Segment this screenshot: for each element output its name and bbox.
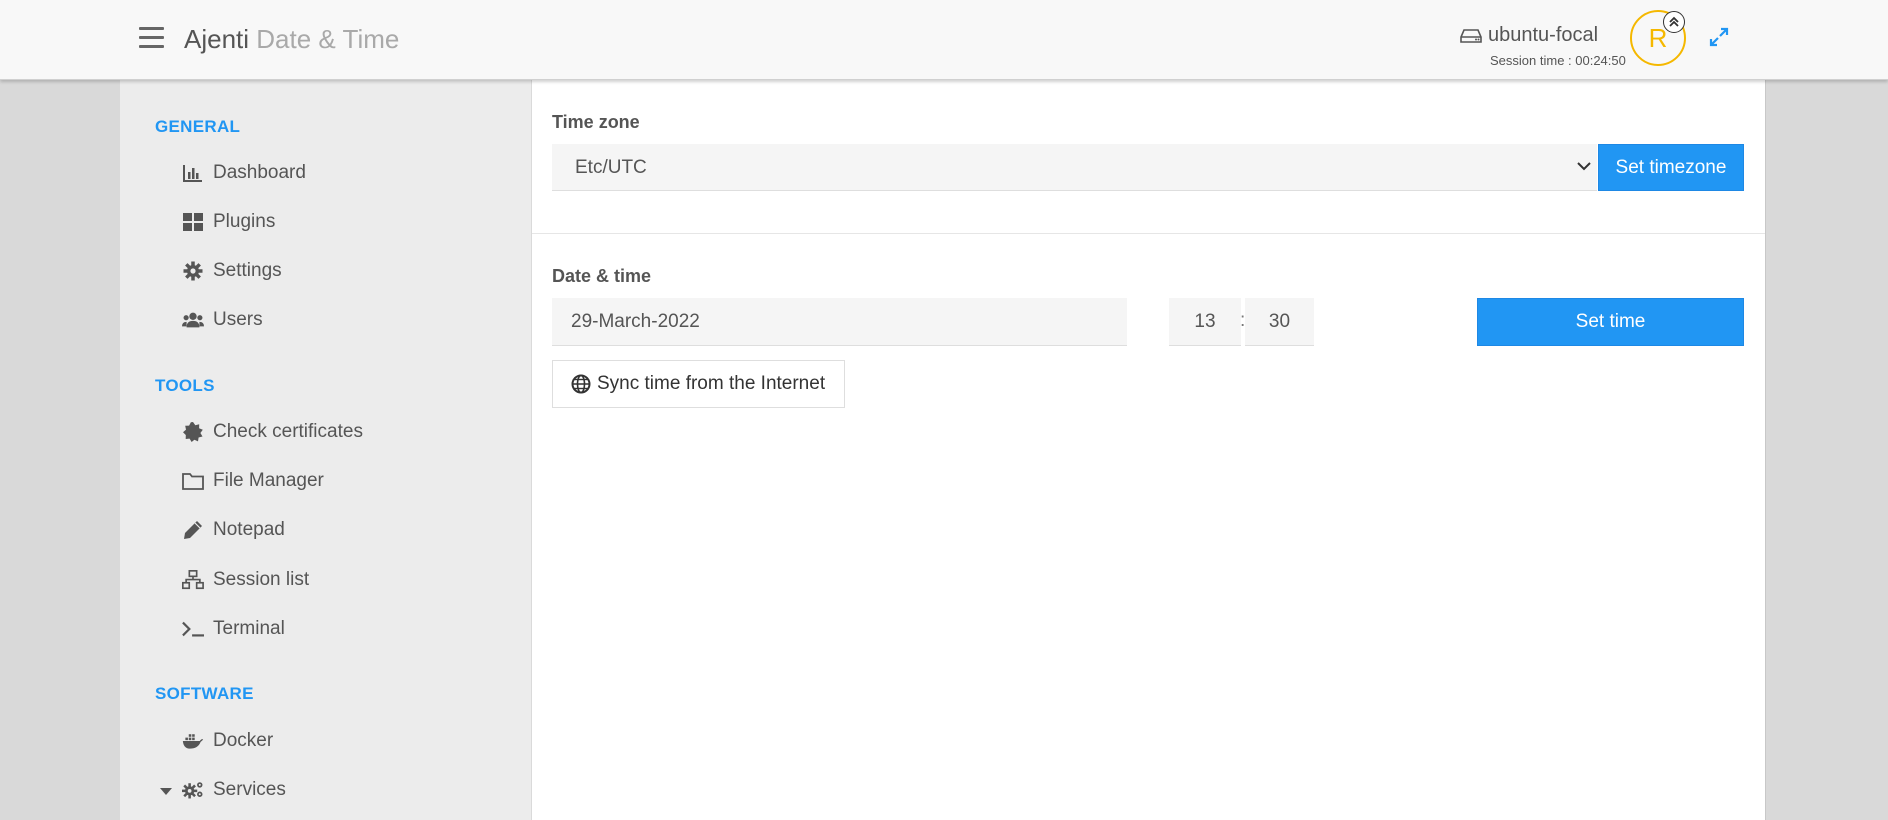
chevron-down-icon <box>1577 162 1591 171</box>
sidebar-item-label: Check certificates <box>213 421 363 442</box>
grid-icon <box>182 211 204 233</box>
sidebar-item-check-certificates[interactable]: Check certificates <box>182 415 363 449</box>
section-divider <box>532 233 1765 234</box>
timezone-select[interactable]: Etc/UTC <box>552 144 1597 191</box>
set-time-button[interactable]: Set time <box>1477 298 1744 346</box>
fullscreen-icon[interactable] <box>1708 26 1730 48</box>
set-timezone-button[interactable]: Set timezone <box>1598 144 1744 191</box>
globe-icon <box>571 374 591 394</box>
date-input[interactable]: 29-March-2022 <box>552 298 1127 346</box>
sidebar-item-docker[interactable]: Docker <box>182 724 273 758</box>
sidebar-item-label: Session list <box>213 569 310 590</box>
sidebar-item-notepad[interactable]: Notepad <box>182 513 285 547</box>
sidebar-item-label: Services <box>213 779 286 800</box>
session-time: Session time : 00:24:50 <box>1490 53 1626 68</box>
pencil-icon <box>182 519 204 541</box>
sidebar-item-label: Dashboard <box>213 162 306 183</box>
app-name: Ajenti <box>184 24 250 54</box>
hard-drive-icon <box>1460 28 1482 43</box>
sidebar-item-session-list[interactable]: Session list <box>182 563 309 597</box>
sidebar-item-label: Plugins <box>213 211 276 232</box>
sidebar-item-label: Users <box>213 309 263 330</box>
double-chevron-up-icon[interactable] <box>1663 11 1685 33</box>
docker-icon <box>182 730 204 752</box>
sidebar-item-label: File Manager <box>213 470 324 491</box>
sidebar-item-settings[interactable]: Settings <box>182 254 282 288</box>
sync-time-button[interactable]: Sync time from the Internet <box>552 360 845 408</box>
sidebar-item-terminal[interactable]: Terminal <box>182 612 285 646</box>
sitemap-icon <box>182 569 204 591</box>
sidebar-item-label: Notepad <box>213 519 285 540</box>
timezone-label: Time zone <box>552 112 640 132</box>
timezone-value: Etc/UTC <box>575 157 647 178</box>
page-title: Ajenti Date & Time <box>184 24 399 55</box>
terminal-icon <box>182 618 204 640</box>
certificate-icon <box>182 421 204 443</box>
right-gutter <box>1765 80 1888 820</box>
sidebar-section-software: SOFTWARE <box>155 684 254 703</box>
main-content: Time zone Etc/UTC Set timezone Date & ti… <box>532 80 1765 820</box>
sidebar-item-dashboard[interactable]: Dashboard <box>182 156 306 190</box>
sidebar-item-label: Terminal <box>213 618 285 639</box>
menu-icon[interactable] <box>139 27 164 49</box>
users-icon <box>182 309 204 331</box>
folder-icon <box>182 470 204 492</box>
bar-chart-icon <box>182 162 204 184</box>
sidebar: GENERAL Dashboard Plugins Settings Users… <box>120 80 532 820</box>
hour-input[interactable]: 13 <box>1169 298 1241 346</box>
hostname: ubuntu-focal <box>1460 24 1598 47</box>
sidebar-item-label: Docker <box>213 730 274 751</box>
gear-icon <box>182 260 204 282</box>
page-name: Date & Time <box>256 24 400 54</box>
sidebar-item-services[interactable]: Services <box>182 773 286 807</box>
sidebar-item-label: Settings <box>213 260 282 281</box>
sidebar-section-general: GENERAL <box>155 117 241 136</box>
sidebar-section-tools: TOOLS <box>155 376 215 395</box>
cogs-icon <box>182 779 204 801</box>
sidebar-item-file-manager[interactable]: File Manager <box>182 464 324 498</box>
hostname-text: ubuntu-focal <box>1488 24 1599 46</box>
top-bar: Ajenti Date & Time ubuntu-focal Session … <box>0 0 1888 80</box>
sidebar-item-users[interactable]: Users <box>182 303 263 337</box>
datetime-label: Date & time <box>552 266 652 286</box>
sidebar-item-plugins[interactable]: Plugins <box>182 205 275 239</box>
caret-down-icon[interactable] <box>160 788 172 795</box>
minute-input[interactable]: 30 <box>1245 298 1314 346</box>
sync-time-label: Sync time from the Internet <box>597 373 826 394</box>
